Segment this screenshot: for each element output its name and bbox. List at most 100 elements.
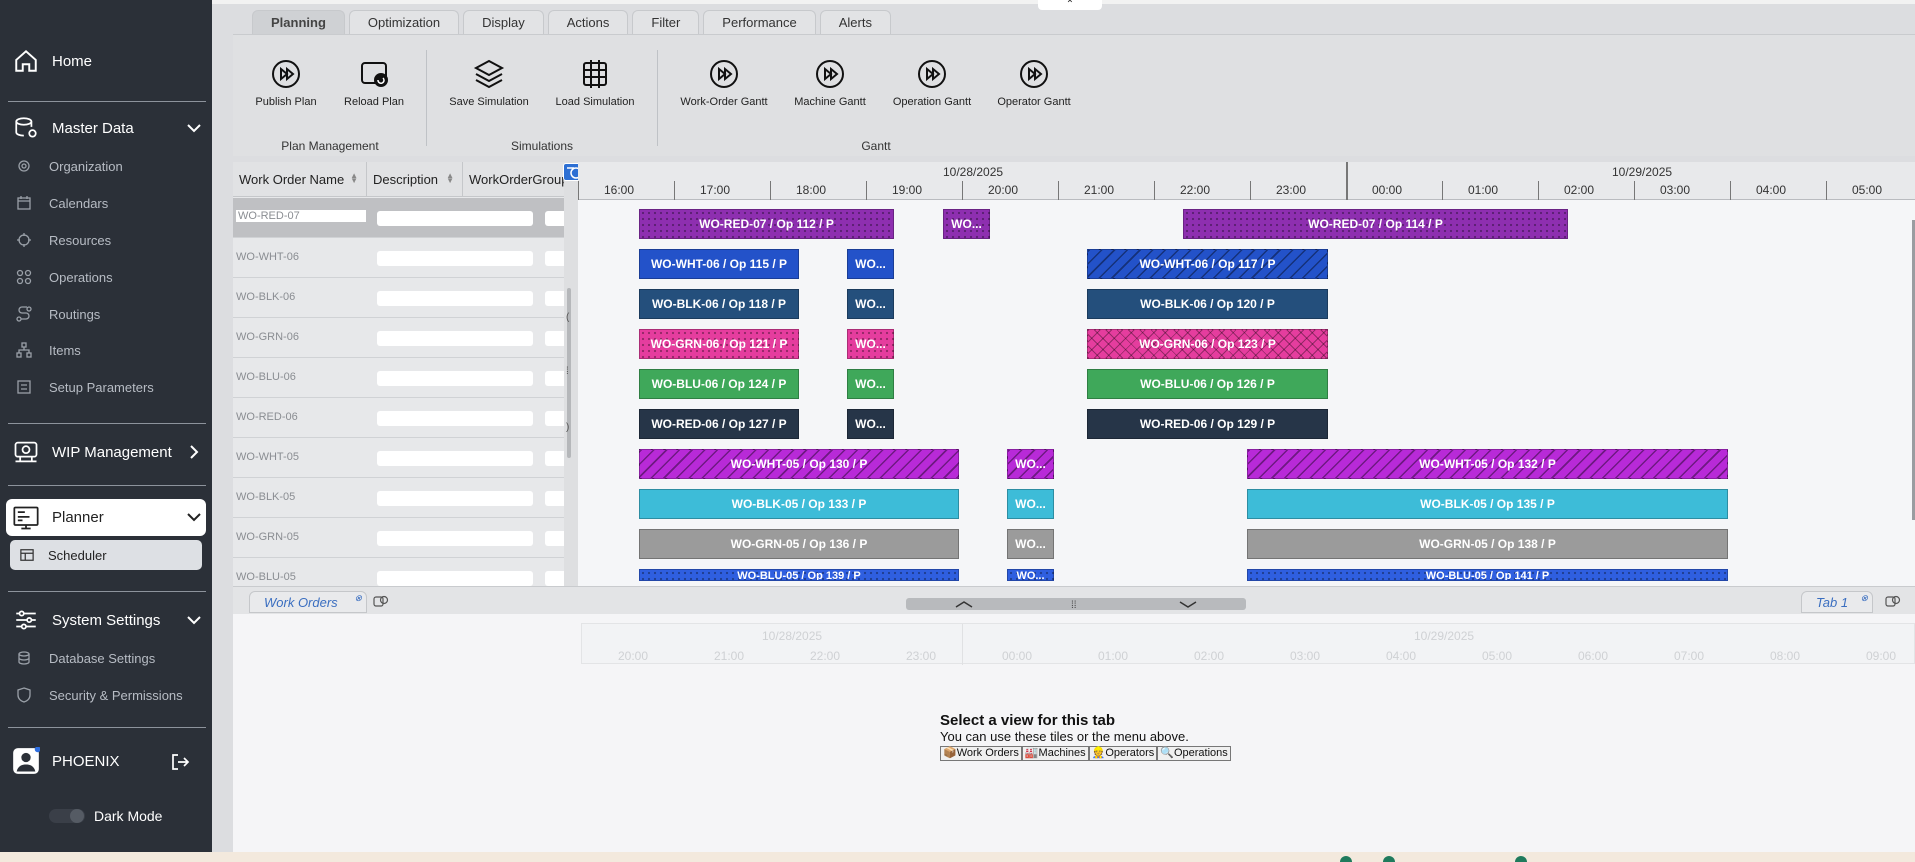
gantt-bar[interactable]: WO-GRN-06 / Op 123 / P — [1087, 329, 1328, 359]
cell-work-order-group[interactable] — [545, 331, 564, 346]
cell-description[interactable] — [377, 531, 533, 546]
cell-description[interactable] — [377, 491, 533, 506]
gantt-bar[interactable]: WO... — [847, 329, 894, 359]
user-profile[interactable]: PHOENIX — [0, 746, 212, 776]
nav-planner[interactable]: Planner — [6, 499, 206, 536]
cell-work-order-group[interactable] — [545, 411, 564, 426]
gantt-bar[interactable]: WO-RED-07 / Op 112 / P — [639, 209, 894, 239]
table-row[interactable]: WO-GRN-05 — [233, 518, 564, 558]
tab-optimization[interactable]: Optimization — [348, 10, 460, 34]
gantt-bar[interactable]: WO-BLK-05 / Op 135 / P — [1247, 489, 1728, 519]
view-operators-button[interactable]: 👷Operators — [1088, 746, 1158, 761]
tab-performance[interactable]: Performance — [703, 10, 816, 34]
nav-items[interactable]: Items — [0, 341, 212, 359]
gantt-bar[interactable]: WO-RED-07 / Op 114 / P — [1183, 209, 1568, 239]
cell-work-order-group[interactable] — [545, 291, 564, 306]
cell-description[interactable] — [377, 371, 533, 386]
tab-display[interactable]: Display — [463, 10, 544, 34]
gantt-bar[interactable]: WO-GRN-05 / Op 138 / P — [1247, 529, 1728, 559]
nav-master-data[interactable]: Master Data — [0, 113, 212, 143]
operator-gantt-button[interactable]: Operator Gantt — [986, 58, 1082, 108]
nav-scheduler[interactable]: Scheduler — [10, 540, 202, 570]
operation-gantt-button[interactable]: Operation Gantt — [884, 58, 980, 108]
gantt-bar[interactable]: WO-BLK-05 / Op 133 / P — [639, 489, 959, 519]
reload-plan-button[interactable]: Reload Plan — [326, 58, 422, 108]
cell-work-order-group[interactable] — [545, 451, 564, 466]
nav-home[interactable]: Home — [0, 46, 212, 76]
cell-description[interactable] — [377, 571, 533, 586]
gantt-bar[interactable]: WO-BLK-06 / Op 118 / P — [639, 289, 799, 319]
cell-description[interactable] — [377, 291, 533, 306]
gantt-bar[interactable]: WO... — [1007, 569, 1054, 581]
cell-work-order-group[interactable] — [545, 211, 564, 226]
work-order-gantt-button[interactable]: Work-Order Gantt — [676, 58, 772, 108]
gantt-bar[interactable]: WO-BLU-06 / Op 124 / P — [639, 369, 799, 399]
nav-calendars[interactable]: Calendars — [0, 194, 212, 212]
nav-organization[interactable]: Organization — [0, 157, 212, 175]
grid-gantt-splitter[interactable]: (⁞) — [564, 162, 578, 586]
cell-work-order-group[interactable] — [545, 571, 564, 586]
gantt-bar[interactable]: WO-WHT-06 / Op 117 / P — [1087, 249, 1328, 279]
gantt-bar[interactable]: WO... — [1007, 529, 1054, 559]
gantt-bar[interactable]: WO... — [847, 249, 894, 279]
tab-planning[interactable]: Planning — [252, 10, 345, 34]
nav-wip-management[interactable]: WIP Management — [0, 437, 212, 467]
gantt-bar[interactable]: WO-WHT-05 / Op 130 / P — [639, 449, 959, 479]
tab-work-orders[interactable]: Work Orders ⊗ — [249, 591, 367, 613]
table-row[interactable]: WO-GRN-06 — [233, 318, 564, 358]
nav-resources[interactable]: Resources — [0, 231, 212, 249]
nav-routings[interactable]: Routings — [0, 305, 212, 323]
cell-work-order-group[interactable] — [545, 531, 564, 546]
table-row[interactable]: WO-WHT-06 — [233, 238, 564, 278]
nav-security-permissions[interactable]: Security & Permissions — [0, 686, 212, 704]
tab-alerts[interactable]: Alerts — [819, 10, 891, 34]
pane-resize-handle[interactable]: ⁞⁞ — [906, 598, 1246, 611]
nav-database-settings[interactable]: Database Settings — [0, 649, 212, 667]
view-work-orders-button[interactable]: 📦Work Orders — [940, 746, 1022, 761]
gantt-bar[interactable]: WO... — [1007, 489, 1054, 519]
table-row[interactable]: WO-WHT-05 — [233, 438, 564, 478]
gantt-bar[interactable]: WO-GRN-05 / Op 136 / P — [639, 529, 959, 559]
gantt-bar[interactable]: WO-BLU-05 / Op 141 / P — [1247, 569, 1728, 581]
dark-mode-toggle[interactable]: Dark Mode — [0, 806, 212, 826]
cell-description[interactable] — [377, 251, 533, 266]
cell-description[interactable] — [377, 331, 533, 346]
collapse-ribbon-button[interactable]: ⌃ — [1038, 0, 1102, 10]
column-header-work-order-name[interactable]: Work Order Name ▲ ▼ — [233, 162, 367, 197]
gantt-bar[interactable]: WO-BLU-05 / Op 139 / P — [639, 569, 959, 581]
save-simulation-button[interactable]: Save Simulation — [441, 58, 537, 108]
gantt-bar[interactable]: WO-WHT-05 / Op 132 / P — [1247, 449, 1728, 479]
close-icon[interactable]: ⊗ — [1860, 593, 1868, 604]
publish-plan-button[interactable]: Publish Plan — [238, 58, 334, 108]
tab-1[interactable]: Tab 1 ⊗ — [1801, 591, 1873, 613]
machine-gantt-button[interactable]: Machine Gantt — [782, 58, 878, 108]
nav-operations[interactable]: Operations — [0, 268, 212, 286]
table-row[interactable]: WO-BLK-06 — [233, 278, 564, 318]
gantt-bar[interactable]: WO-BLK-06 / Op 120 / P — [1087, 289, 1328, 319]
table-row[interactable]: WO-BLK-05 — [233, 478, 564, 518]
column-header-work-order-group[interactable]: WorkOrderGroup — [463, 162, 564, 197]
nav-system-settings[interactable]: System Settings — [0, 605, 212, 635]
cell-description[interactable] — [377, 411, 533, 426]
gantt-bar[interactable]: WO-BLU-06 / Op 126 / P — [1087, 369, 1328, 399]
load-simulation-button[interactable]: Load Simulation — [547, 58, 643, 108]
tab-menu-icon[interactable] — [373, 594, 389, 608]
close-icon[interactable]: ⊗ — [354, 593, 362, 604]
cell-work-order-group[interactable] — [545, 491, 564, 506]
gantt-bar[interactable]: WO... — [847, 369, 894, 399]
gantt-bar[interactable]: WO... — [943, 209, 990, 239]
gantt-bar[interactable]: WO-WHT-06 / Op 115 / P — [639, 249, 799, 279]
tab-menu-icon[interactable] — [1885, 594, 1901, 608]
tab-filter[interactable]: Filter — [632, 10, 700, 34]
gantt-bar[interactable]: WO-RED-06 / Op 129 / P — [1087, 409, 1328, 439]
table-row[interactable]: WO-BLU-06 — [233, 358, 564, 398]
table-row[interactable]: WO-RED-07 — [233, 198, 564, 238]
tab-actions[interactable]: Actions — [547, 10, 629, 34]
nav-setup-parameters[interactable]: Setup Parameters — [0, 378, 212, 396]
logout-icon[interactable] — [170, 752, 190, 772]
table-row[interactable]: WO-RED-06 — [233, 398, 564, 438]
gantt-bar[interactable]: WO... — [847, 289, 894, 319]
view-operations-button[interactable]: 🔍Operations — [1157, 746, 1231, 761]
cell-description[interactable] — [377, 451, 533, 466]
cell-description[interactable] — [377, 211, 533, 226]
